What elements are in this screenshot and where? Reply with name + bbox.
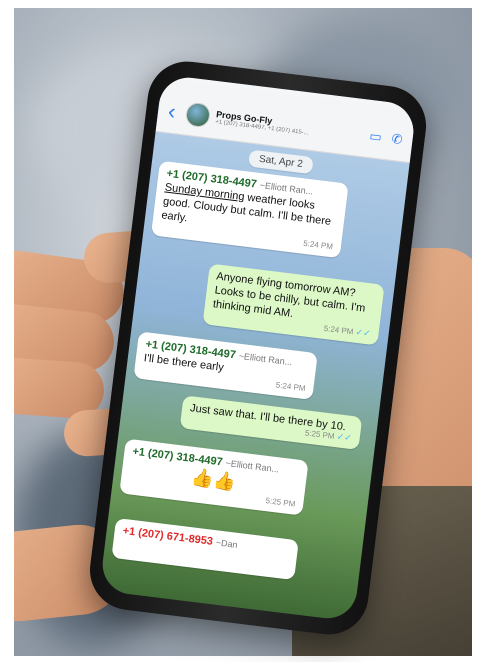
message-time: 5:25 PM — [265, 496, 296, 509]
message-bubble-incoming[interactable]: +1 (207) 318-4497 ~Elliott Ran... Sunday… — [150, 160, 349, 259]
message-body: weather looks good. Cloudy but calm. I'l… — [160, 191, 332, 228]
message-sender: +1 (207) 671-8953 ~Dan — [122, 524, 290, 558]
message-text: Anyone flying tomorrow AM? Looks to be c… — [212, 270, 366, 320]
date-separator: Sat, Apr 2 — [248, 149, 314, 175]
group-avatar[interactable] — [184, 101, 212, 128]
message-bubble-outgoing[interactable]: Just saw that. I'll be there by 10. 5:25… — [179, 395, 363, 450]
message-bubble-incoming[interactable]: +1 (207) 318-4497 ~Elliott Ran... 👍👍 5:2… — [119, 438, 309, 516]
message-time: 5:24 PM — [302, 238, 334, 252]
back-icon[interactable]: ‹ — [167, 98, 188, 126]
group-info[interactable]: Props Go-Fly +1 (207) 318-4497, +1 (207)… — [215, 109, 361, 143]
phone-call-icon[interactable]: ✆ — [391, 130, 404, 147]
sender-name: ~Dan — [215, 537, 239, 550]
message-bubble-incoming[interactable]: +1 (207) 671-8953 ~Dan — [111, 517, 299, 581]
message-time: 5:25 PM — [304, 428, 336, 441]
video-call-icon[interactable]: ▭ — [369, 128, 383, 145]
message-time: 5:24 PM — [275, 380, 306, 394]
read-receipt-icon: ✓✓ — [336, 431, 353, 444]
message-bubble-outgoing[interactable]: Anyone flying tomorrow AM? Looks to be c… — [202, 263, 385, 346]
read-receipt-icon: ✓✓ — [355, 326, 372, 339]
message-time: 5:24 PM — [323, 323, 354, 337]
sender-number: +1 (207) 671-8953 — [121, 524, 214, 548]
message-bubble-incoming[interactable]: +1 (207) 318-4497 ~Elliott Ran... I'll b… — [133, 331, 318, 400]
